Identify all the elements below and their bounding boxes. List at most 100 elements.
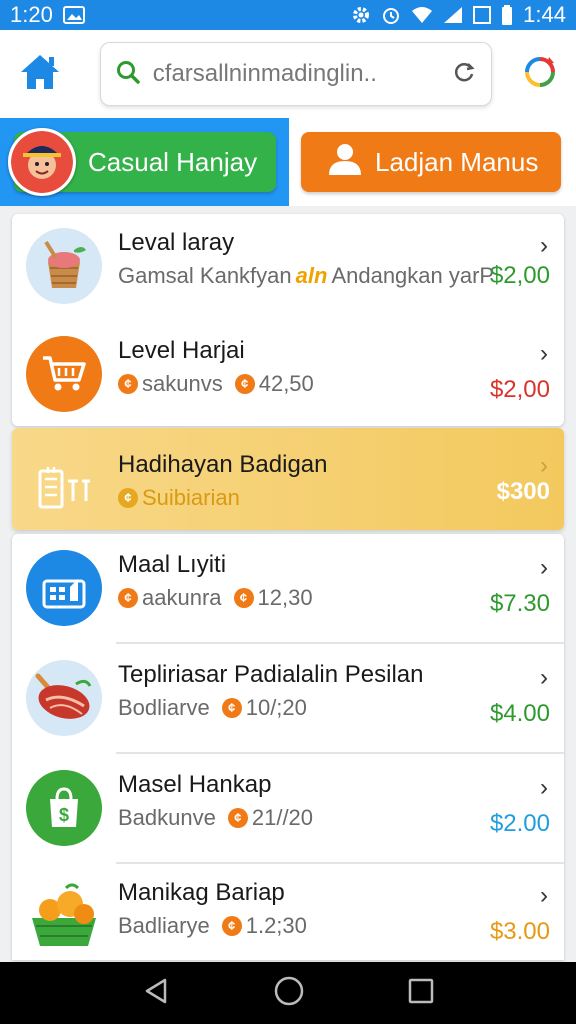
- tab-manus[interactable]: Ladjan Manus: [301, 132, 561, 192]
- tab-manus-label: Ladjan Manus: [375, 146, 539, 177]
- coin-icon: ¢: [118, 588, 138, 608]
- chevron-right-icon: ›: [540, 452, 548, 479]
- item-subtitle-text: Andangkan yarP: [331, 263, 495, 288]
- item-price: $4.00: [489, 700, 550, 727]
- chevron-right-icon: ›: [540, 340, 548, 367]
- shopping-bag-icon: $: [26, 770, 102, 846]
- user-icon: [327, 142, 363, 183]
- item-subtitle: Bodliarve ¢ 10/;20: [118, 694, 550, 722]
- list-item-highlighted[interactable]: Hadihayan Badigan ¢ Suibiarian › $300: [12, 428, 564, 530]
- item-price: $300: [496, 478, 550, 505]
- item-subtitle: ¢ sakunvs ¢ 42,50: [118, 370, 550, 398]
- item-subtitle-value: 42,50: [258, 371, 314, 396]
- item-subtitle-highlight: aln: [295, 263, 328, 288]
- basket-icon: [26, 228, 102, 304]
- status-bar: 1:20 1:44: [0, 0, 576, 30]
- settings-icon: [351, 5, 371, 25]
- item-subtitle: ¢ Suibiarian: [118, 484, 550, 512]
- item-title: Leval laray: [118, 229, 235, 256]
- tab-casual-label: Casual Hanjay: [88, 146, 258, 177]
- avatar: [8, 128, 76, 196]
- image-notification-icon: [62, 6, 85, 24]
- top-bar: cfarsallninmadinglin..: [0, 30, 576, 118]
- chevron-right-icon: ›: [540, 774, 548, 801]
- signal-icon: [443, 6, 463, 24]
- item-title: Maal Lıyiti: [118, 551, 227, 578]
- chevron-right-icon: ›: [540, 554, 548, 581]
- search-input[interactable]: cfarsallninmadinglin..: [153, 60, 439, 88]
- back-button[interactable]: [141, 976, 171, 1011]
- search-icon: [115, 59, 141, 90]
- item-title: Manikag Bariap: [118, 879, 285, 906]
- item-subtitle-text: Badkunve: [118, 805, 216, 830]
- clear-search-icon[interactable]: [451, 59, 477, 90]
- meat-icon: [26, 660, 102, 736]
- status-time-right: 1:44: [523, 2, 566, 27]
- list-item[interactable]: $ Masel Hankap Badkunve ¢ 21//20 › $2.00: [12, 754, 564, 862]
- coin-icon: ¢: [221, 916, 242, 936]
- item-subtitle-text: Bodliarve: [118, 695, 210, 720]
- search-bar[interactable]: cfarsallninmadinglin..: [99, 42, 493, 106]
- item-subtitle: Badkunve ¢ 21//20: [118, 804, 550, 832]
- item-subtitle-text: Badliarye: [118, 913, 210, 938]
- item-price: $2,00: [489, 262, 550, 289]
- coin-icon: ¢: [227, 808, 248, 828]
- recents-icon: [408, 978, 434, 1003]
- list-item[interactable]: Maal Lıyiti ¢ aakunra ¢ 12,30 › $7.30: [12, 534, 564, 642]
- coin-icon: ¢: [234, 374, 255, 394]
- cart-icon: [26, 336, 102, 412]
- list-item[interactable]: Hadihayan Badigan ¢ Suibiarian › $300: [12, 428, 564, 530]
- sync-icon: [521, 53, 559, 96]
- coin-icon: ¢: [118, 488, 138, 508]
- coin-icon: ¢: [221, 698, 242, 718]
- list-item[interactable]: Tepliriasar Padialalin Pesilan Bodliarve…: [12, 644, 564, 752]
- battery-icon: [501, 5, 513, 25]
- receipt-icon: [26, 450, 102, 526]
- item-subtitle-text: Gamsal Kankfyan: [118, 263, 292, 288]
- home-circle-icon: [274, 976, 304, 1005]
- home-nav-button[interactable]: [273, 975, 305, 1012]
- item-price: $2,00: [489, 376, 550, 403]
- item-title: Level Harjai: [118, 337, 245, 364]
- item-subtitle: Badliarye ¢ 1.2;30: [118, 912, 550, 940]
- item-subtitle-value: 10/;20: [245, 695, 307, 720]
- recents-button[interactable]: [407, 977, 435, 1010]
- list-item[interactable]: Leval laray Gamsal Kankfyan aln Andangka…: [12, 214, 564, 328]
- navigation-bar: [0, 962, 576, 1024]
- list-item[interactable]: Manikag Bariap Badliarye ¢ 1.2;30 › $3.0…: [12, 864, 564, 964]
- back-icon: [145, 978, 167, 1003]
- item-price: $7.30: [489, 590, 550, 617]
- wifi-icon: [411, 6, 433, 24]
- item-subtitle-value: 1.2;30: [245, 913, 307, 938]
- chevron-right-icon: ›: [540, 232, 548, 259]
- item-subtitle-value: 12,30: [257, 585, 313, 610]
- status-time-left: 1:20: [10, 2, 53, 27]
- home-button[interactable]: [16, 50, 64, 98]
- tab-casual[interactable]: Casual Hanjay: [8, 128, 276, 196]
- sync-button[interactable]: [520, 54, 560, 94]
- item-subtitle-value: 21//20: [251, 805, 314, 830]
- item-list: Leval laray Gamsal Kankfyan aln Andangka…: [12, 214, 564, 960]
- list-item[interactable]: Level Harjai ¢ sakunvs ¢ 42,50 › $2,00: [12, 328, 564, 426]
- home-icon: [18, 52, 62, 97]
- coin-icon: ¢: [233, 588, 254, 608]
- item-price: $2.00: [489, 810, 550, 837]
- item-subtitle: ¢ aakunra ¢ 12,30: [118, 584, 550, 612]
- coin-icon: ¢: [118, 374, 138, 394]
- chevron-right-icon: ›: [540, 882, 548, 909]
- data-icon: [473, 6, 492, 24]
- list-card: Maal Lıyiti ¢ aakunra ¢ 12,30 › $7.30 Te…: [12, 534, 564, 960]
- tab-bar: Casual Hanjay Ladjan Manus: [0, 118, 576, 206]
- item-subtitle-text: sakunvs: [142, 371, 223, 396]
- item-title: Masel Hankap: [118, 771, 272, 798]
- item-title: Tepliriasar Padialalin Pesilan: [118, 661, 424, 688]
- item-price: $3.00: [489, 918, 550, 945]
- item-subtitle-text: aakunra: [142, 585, 222, 610]
- item-subtitle-text: Suibiarian: [142, 485, 240, 510]
- alarm-icon: [381, 5, 401, 25]
- store-icon: [26, 550, 102, 626]
- fruit-basket-icon: [26, 878, 102, 954]
- item-subtitle: Gamsal Kankfyan aln Andangkan yarP: [118, 262, 550, 290]
- chevron-right-icon: ›: [540, 664, 548, 691]
- list-card: Leval laray Gamsal Kankfyan aln Andangka…: [12, 214, 564, 426]
